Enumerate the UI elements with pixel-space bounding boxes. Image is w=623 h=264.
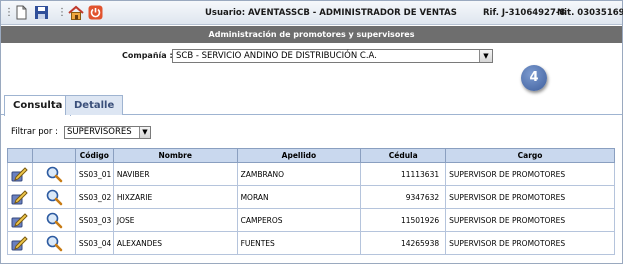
magnifier-icon[interactable] — [45, 234, 63, 252]
header-edit — [7, 148, 33, 163]
company-select-value: SCB - SERVICIO ANDINO DE DISTRIBUCIÓN C.… — [176, 51, 377, 61]
filter-label: Filtrar por : — [11, 127, 58, 137]
edit-row-button[interactable] — [7, 231, 33, 255]
cell-cedula: 11501926 — [360, 208, 447, 232]
cell-nombre: NAVIBER — [112, 162, 238, 186]
edit-icon[interactable] — [11, 234, 29, 252]
new-document-icon[interactable] — [14, 5, 29, 20]
edit-row-button[interactable] — [7, 162, 33, 186]
edit-icon[interactable] — [11, 188, 29, 206]
view-row-button[interactable] — [31, 162, 76, 186]
tab-consulta[interactable]: Consulta — [4, 95, 72, 116]
magnifier-icon[interactable] — [45, 188, 63, 206]
header-apellido[interactable]: Apellido — [236, 148, 362, 163]
cell-cedula: 11113631 — [360, 162, 447, 186]
cell-nombre: ALEXANDES — [112, 231, 238, 255]
cell-nombre: JOSE — [112, 208, 238, 232]
view-row-button[interactable] — [31, 208, 76, 232]
cell-cargo: SUPERVISOR DE PROMOTORES — [445, 231, 615, 255]
cell-apellido: ZAMBRANO — [236, 162, 362, 186]
toolbar-separator: ⋮ — [57, 7, 67, 18]
header-nombre[interactable]: Nombre — [112, 148, 238, 163]
cell-cedula: 9347632 — [360, 185, 447, 209]
power-icon[interactable] — [88, 5, 103, 20]
cell-cargo: SUPERVISOR DE PROMOTORES — [445, 208, 615, 232]
cell-cedula: 14265938 — [360, 231, 447, 255]
magnifier-icon[interactable] — [45, 211, 63, 229]
cell-apellido: MORAN — [236, 185, 362, 209]
tab-detalle[interactable]: Detalle — [65, 95, 124, 115]
edit-row-button[interactable] — [7, 185, 33, 209]
view-row-button[interactable] — [31, 185, 76, 209]
chevron-down-icon[interactable]: ▼ — [479, 50, 492, 62]
cell-codigo: SS03_02 — [74, 185, 114, 209]
magnifier-icon[interactable] — [45, 165, 63, 183]
cell-codigo: SS03_04 — [74, 231, 114, 255]
edit-row-button[interactable] — [7, 208, 33, 232]
save-icon[interactable] — [34, 5, 49, 20]
toolbar-separator: ⋮ — [4, 7, 14, 18]
view-row-button[interactable] — [31, 231, 76, 255]
cell-cargo: SUPERVISOR DE PROMOTORES — [445, 185, 615, 209]
header-view — [31, 148, 76, 163]
header-cargo[interactable]: Cargo — [445, 148, 615, 163]
header-cedula[interactable]: Cédula — [360, 148, 447, 163]
filter-select[interactable]: SUPERVISORES ▼ — [64, 126, 151, 139]
company-label: Compañía : — [122, 51, 173, 60]
table-row[interactable]: SS03_03 JOSE CAMPEROS 11501926 SUPERVISOR DE… — [7, 208, 615, 232]
filter-select-value: SUPERVISORES — [67, 127, 132, 137]
header-codigo[interactable]: Código — [74, 148, 114, 163]
company-select[interactable]: SCB - SERVICIO ANDINO DE DISTRIBUCIÓN C.… — [172, 49, 493, 63]
home-icon[interactable] — [68, 5, 84, 20]
step-badge: 4 — [521, 65, 547, 91]
cell-nombre: HIXZARIE — [112, 185, 238, 209]
table-row[interactable]: SS03_02 HIXZARIE MORAN 9347632 SUPERVISOR DE… — [7, 185, 615, 209]
tab-bar: Consulta Detalle — [1, 95, 622, 116]
supervisors-table: Código Nombre Apellido Cédula Cargo SS03… — [7, 148, 615, 255]
table-header-row: Código Nombre Apellido Cédula Cargo — [7, 148, 615, 163]
toolbar: ⋮ ⋮ Usuario: AVENTASSCB - ADMINISTRADOR … — [1, 1, 623, 25]
cell-apellido: CAMPEROS — [236, 208, 362, 232]
user-info: Usuario: AVENTASSCB - ADMINISTRADOR DE V… — [205, 8, 457, 18]
table-row[interactable]: SS03_01 NAVIBER ZAMBRANO 11113631 SUPERVISOR… — [7, 162, 615, 186]
rif-text: Rif. J-31064927-8 — [483, 8, 566, 18]
cell-codigo: SS03_03 — [74, 208, 114, 232]
table-row[interactable]: SS03_04 ALEXANDES FUENTES 14265938 SUPERVISO… — [7, 231, 615, 255]
edit-icon[interactable] — [11, 165, 29, 183]
company-row: Compañía : SCB - SERVICIO ANDINO DE DIST… — [0, 49, 623, 63]
edit-icon[interactable] — [11, 211, 29, 229]
page-title: Administración de promotores y superviso… — [1, 26, 622, 43]
cell-apellido: FUENTES — [236, 231, 362, 255]
nit-text: Nit. 0303516905 — [557, 8, 623, 18]
cell-codigo: SS03_01 — [74, 162, 114, 186]
chevron-down-icon[interactable]: ▼ — [139, 127, 150, 138]
cell-cargo: SUPERVISOR DE PROMOTORES — [445, 162, 615, 186]
